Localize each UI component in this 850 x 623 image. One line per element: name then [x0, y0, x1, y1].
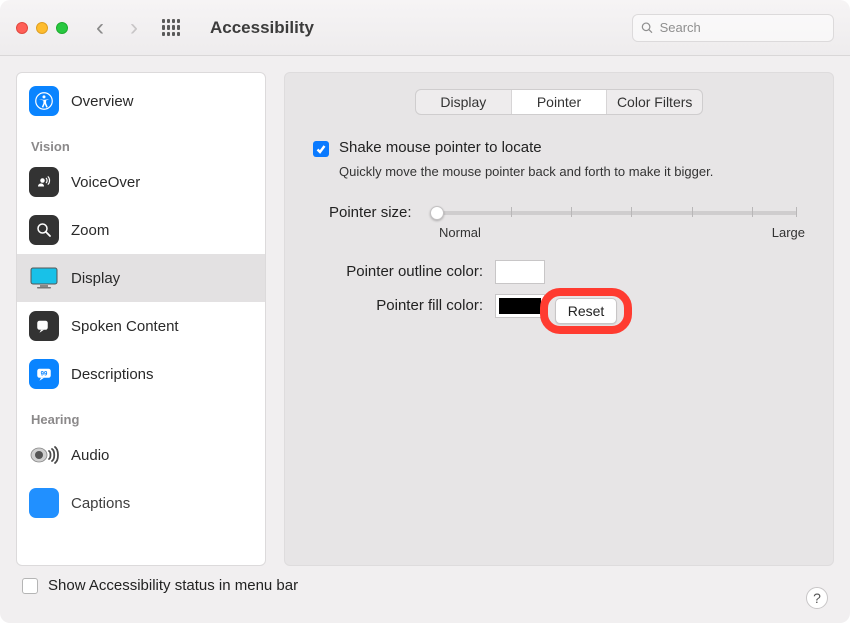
search-icon [641, 21, 654, 35]
pointer-size-max-label: Large [772, 225, 805, 240]
sidebar-item-label: Descriptions [71, 366, 154, 383]
sidebar-item-descriptions[interactable]: 99 Descriptions [17, 350, 265, 398]
svg-text:99: 99 [41, 372, 48, 378]
sidebar-item-label: Zoom [71, 222, 109, 239]
sidebar-item-captions[interactable]: Captions [17, 479, 265, 527]
pointer-size-row: Pointer size: [329, 203, 805, 223]
window-title: Accessibility [210, 18, 314, 38]
shake-pointer-label: Shake mouse pointer to locate [339, 139, 542, 156]
sidebar-item-zoom[interactable]: Zoom [17, 206, 265, 254]
outline-color-label: Pointer outline color: [305, 263, 483, 280]
outline-color-row: Pointer outline color: [305, 260, 813, 284]
reset-highlight-annotation: Reset [540, 288, 632, 334]
spoken-content-icon [29, 311, 59, 341]
sidebar-item-display[interactable]: Display [17, 254, 265, 302]
help-button[interactable]: ? [806, 587, 828, 609]
sidebar-item-overview[interactable]: Overview [17, 77, 265, 125]
show-status-menubar-checkbox[interactable] [22, 578, 38, 594]
pointer-size-min-label: Normal [439, 225, 481, 240]
sidebar-item-label: Overview [71, 93, 134, 110]
reset-pointer-colors-button[interactable]: Reset [555, 298, 618, 324]
window-controls [16, 22, 68, 34]
accessibility-icon [29, 86, 59, 116]
sidebar-item-audio[interactable]: Audio [17, 431, 265, 479]
shake-pointer-description: Quickly move the mouse pointer back and … [339, 163, 759, 181]
show-all-prefs-button[interactable] [162, 19, 180, 37]
search-input[interactable] [660, 20, 825, 35]
tab-pointer[interactable]: Pointer [512, 90, 608, 114]
display-icon [29, 263, 59, 293]
titlebar: ‹ › Accessibility [0, 0, 850, 56]
accessibility-sidebar: Overview Vision VoiceOver Zoom [16, 72, 266, 566]
voiceover-icon [29, 167, 59, 197]
tab-color-filters[interactable]: Color Filters [607, 90, 702, 114]
display-tabs: Display Pointer Color Filters [415, 89, 703, 115]
sidebar-item-label: Captions [71, 495, 130, 512]
section-heading-vision: Vision [17, 125, 265, 158]
pointer-size-label: Pointer size: [329, 204, 412, 221]
captions-icon [29, 488, 59, 518]
close-window-button[interactable] [16, 22, 28, 34]
sidebar-item-label: Display [71, 270, 120, 287]
sidebar-item-voiceover[interactable]: VoiceOver [17, 158, 265, 206]
show-status-menubar-label: Show Accessibility status in menu bar [48, 577, 298, 594]
outline-color-well[interactable] [495, 260, 545, 284]
audio-icon [29, 440, 59, 470]
descriptions-icon: 99 [29, 359, 59, 389]
zoom-icon [29, 215, 59, 245]
sidebar-item-label: Audio [71, 447, 109, 464]
sidebar-item-label: Spoken Content [71, 318, 179, 335]
tab-display[interactable]: Display [416, 90, 512, 114]
footer-row: Show Accessibility status in menu bar [16, 576, 834, 594]
zoom-window-button[interactable] [56, 22, 68, 34]
sidebar-item-spoken-content[interactable]: Spoken Content [17, 302, 265, 350]
shake-pointer-row: Shake mouse pointer to locate [313, 139, 805, 157]
pointer-size-slider[interactable] [428, 203, 805, 223]
sidebar-item-label: VoiceOver [71, 174, 140, 191]
pointer-size-knob[interactable] [430, 206, 444, 220]
pointer-settings-panel: Display Pointer Color Filters Shake mous… [284, 72, 834, 566]
forward-button[interactable]: › [130, 16, 138, 40]
search-field-wrap[interactable] [632, 14, 834, 42]
content-area: Overview Vision VoiceOver Zoom [0, 56, 850, 623]
nav-arrows: ‹ › [96, 16, 138, 40]
shake-pointer-checkbox[interactable] [313, 141, 329, 157]
fill-color-well[interactable] [495, 294, 545, 318]
system-preferences-window: ‹ › Accessibility Overview Vision [0, 0, 850, 623]
minimize-window-button[interactable] [36, 22, 48, 34]
back-button[interactable]: ‹ [96, 16, 104, 40]
fill-color-label: Pointer fill color: [305, 297, 483, 314]
pointer-size-range-labels: Normal Large [439, 225, 805, 240]
section-heading-hearing: Hearing [17, 398, 265, 431]
